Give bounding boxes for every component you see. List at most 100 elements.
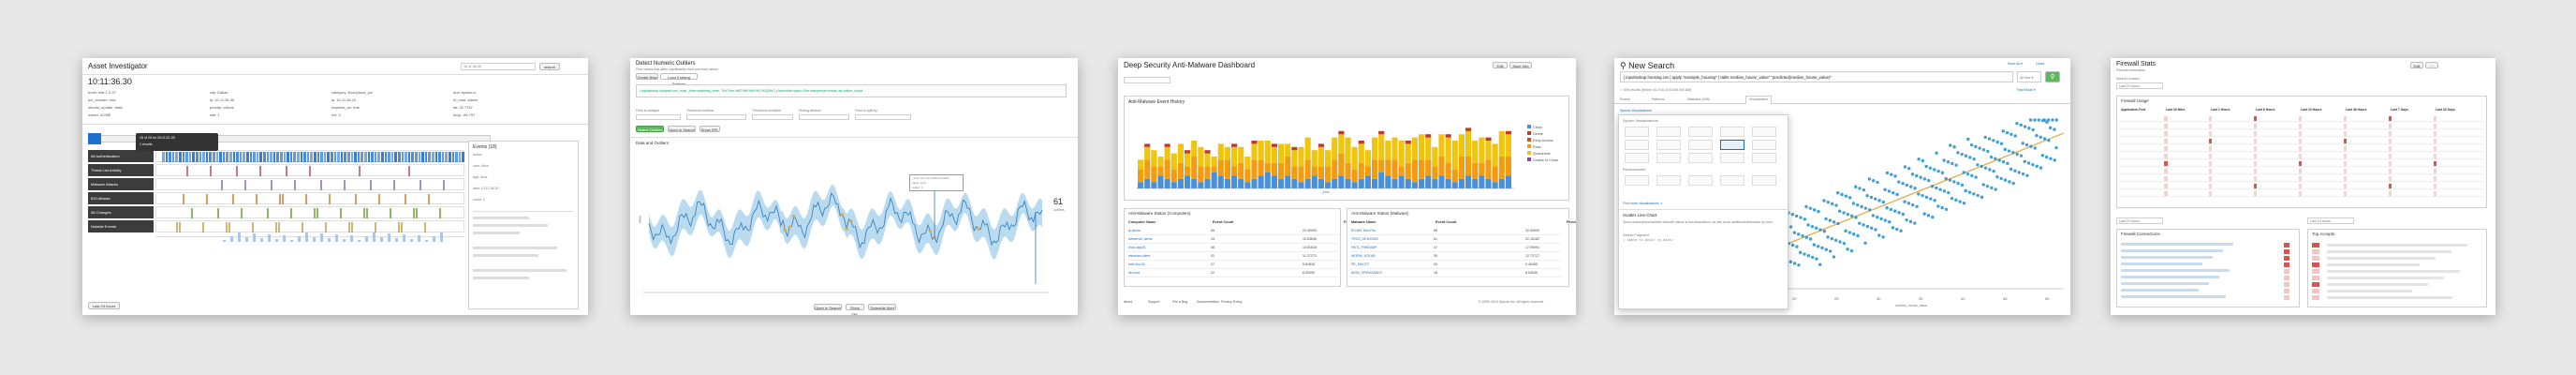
viz-type-icon[interactable] (1688, 127, 1713, 137)
search-submit-icon[interactable]: ⚲ (2045, 71, 2060, 82)
event-mark[interactable] (401, 152, 405, 162)
column-header[interactable]: Malware Name (1351, 220, 1376, 224)
find-more-link[interactable]: Find more visualizations ↗ (1623, 202, 1663, 205)
event-mark[interactable] (176, 222, 178, 232)
outliers-chart[interactable] (643, 148, 1048, 298)
event-mark[interactable] (279, 194, 281, 204)
table-row[interactable] (2119, 115, 2484, 122)
swimlane-label[interactable]: All Authentication (88, 150, 154, 162)
mode-dropdown[interactable]: Fast Mode ▾ (2017, 88, 2036, 92)
viz-type-icon[interactable] (1752, 175, 1776, 186)
event-mark[interactable] (183, 194, 184, 204)
event-item[interactable]: action (473, 153, 482, 157)
tab-visualization[interactable]: Visualization (1745, 96, 1773, 104)
legend-item[interactable]: Unable to Clean (1527, 158, 1558, 162)
event-mark[interactable] (202, 222, 204, 232)
connection-row[interactable] (2121, 282, 2209, 285)
event-mark[interactable] (226, 152, 228, 162)
column-header[interactable]: Last 8 Hours (2256, 108, 2275, 112)
legend-item[interactable]: Pass (1527, 144, 1540, 149)
time-picker[interactable]: All time ▾ (2017, 71, 2041, 82)
viz-type-icon[interactable] (1720, 127, 1744, 137)
viz-picker[interactable]: Splunk Visualizations (1620, 109, 1652, 112)
timeline-handle[interactable] (88, 133, 101, 144)
viz-type-icon[interactable] (1688, 140, 1713, 150)
event-mark[interactable] (289, 152, 293, 162)
event-mark[interactable] (390, 152, 394, 162)
table-row[interactable]: web-srv-02 27 9.81818 (1126, 262, 1338, 269)
viz-type-icon[interactable] (1656, 153, 1681, 163)
event-mark[interactable] (393, 180, 395, 190)
event-mark[interactable] (364, 152, 367, 162)
viz-type-icon[interactable] (1688, 175, 1713, 186)
accept-row[interactable] (2327, 270, 2460, 273)
accept-row[interactable] (2327, 244, 2467, 247)
event-mark[interactable] (316, 208, 318, 218)
event-mark[interactable] (219, 152, 222, 162)
legend-item[interactable]: Quarantine (1527, 151, 1551, 156)
tab-statistics[interactable]: Statistics (506) (1687, 98, 1710, 101)
viz-type-icon[interactable] (1656, 175, 1681, 186)
event-mark[interactable] (232, 194, 234, 204)
more-info-button[interactable]: More Info (1509, 62, 1532, 68)
event-mark[interactable] (443, 180, 445, 190)
event-mark[interactable] (407, 152, 411, 162)
event-mark[interactable] (310, 152, 313, 162)
footer-link[interactable]: Privacy Policy (1221, 300, 1242, 304)
legend-item[interactable]: Clean (1527, 125, 1542, 129)
event-mark[interactable] (405, 152, 407, 162)
accepts-dropdown[interactable]: Last 24 hours (2307, 218, 2354, 224)
connection-row[interactable] (2121, 256, 2213, 259)
viz-type-icon[interactable] (1625, 175, 1649, 186)
connection-row[interactable] (2121, 249, 2223, 252)
event-mark[interactable] (275, 222, 277, 232)
column-header[interactable]: Percent of Total (1567, 220, 1576, 224)
event-mark[interactable] (390, 208, 391, 218)
edit-button[interactable]: Edit (2410, 62, 2423, 68)
event-mark[interactable] (175, 152, 178, 162)
event-mark[interactable] (344, 152, 346, 162)
event-mark[interactable] (347, 152, 350, 162)
event-mark[interactable] (371, 152, 374, 162)
event-mark[interactable] (316, 152, 320, 162)
table-row[interactable] (2119, 153, 2484, 159)
column-header[interactable]: Last 2 Hours (2211, 108, 2230, 112)
viz-type-icon[interactable] (1720, 175, 1744, 186)
event-mark[interactable] (325, 222, 327, 232)
table-row[interactable] (2119, 168, 2484, 174)
event-mark[interactable] (222, 152, 226, 162)
connection-row[interactable] (2121, 262, 2202, 265)
connection-row[interactable] (2121, 243, 2233, 246)
event-mark[interactable] (314, 152, 316, 162)
event-mark[interactable] (424, 152, 428, 162)
footer-schedule-alert[interactable]: Schedule Alert (868, 304, 896, 310)
table-row[interactable] (2119, 123, 2484, 129)
event-mark[interactable] (354, 152, 357, 162)
save-as-button[interactable]: Save As ▾ (2008, 62, 2023, 66)
table-row[interactable] (2119, 183, 2484, 189)
event-mark[interactable] (378, 194, 380, 204)
event-mark[interactable] (246, 152, 249, 162)
event-mark[interactable] (270, 152, 272, 162)
viz-type-icon[interactable] (1625, 153, 1649, 163)
event-mark[interactable] (320, 152, 323, 162)
table-row[interactable] (2119, 130, 2484, 137)
event-mark[interactable] (239, 152, 243, 162)
event-mark[interactable] (188, 152, 192, 162)
event-mark[interactable] (320, 180, 322, 190)
column-header[interactable]: Event Count (1435, 220, 1456, 224)
event-mark[interactable] (462, 152, 464, 162)
connections-dropdown[interactable]: Last 24 hours (2116, 218, 2163, 224)
event-mark[interactable] (267, 208, 269, 218)
table-row[interactable]: PE_SALITY 26 9.45455 (1349, 262, 1561, 269)
column-header[interactable]: Last 48 Hours (2346, 108, 2366, 112)
event-mark[interactable] (259, 152, 262, 162)
footer-open-search[interactable]: Open in Search (814, 304, 842, 310)
event-mark[interactable] (256, 194, 258, 204)
event-mark[interactable] (398, 222, 400, 232)
event-mark[interactable] (428, 194, 430, 204)
event-mark[interactable] (413, 208, 415, 218)
event-mark[interactable] (357, 152, 361, 162)
event-mark[interactable] (199, 152, 202, 162)
viz-type-icon[interactable] (1625, 140, 1649, 150)
